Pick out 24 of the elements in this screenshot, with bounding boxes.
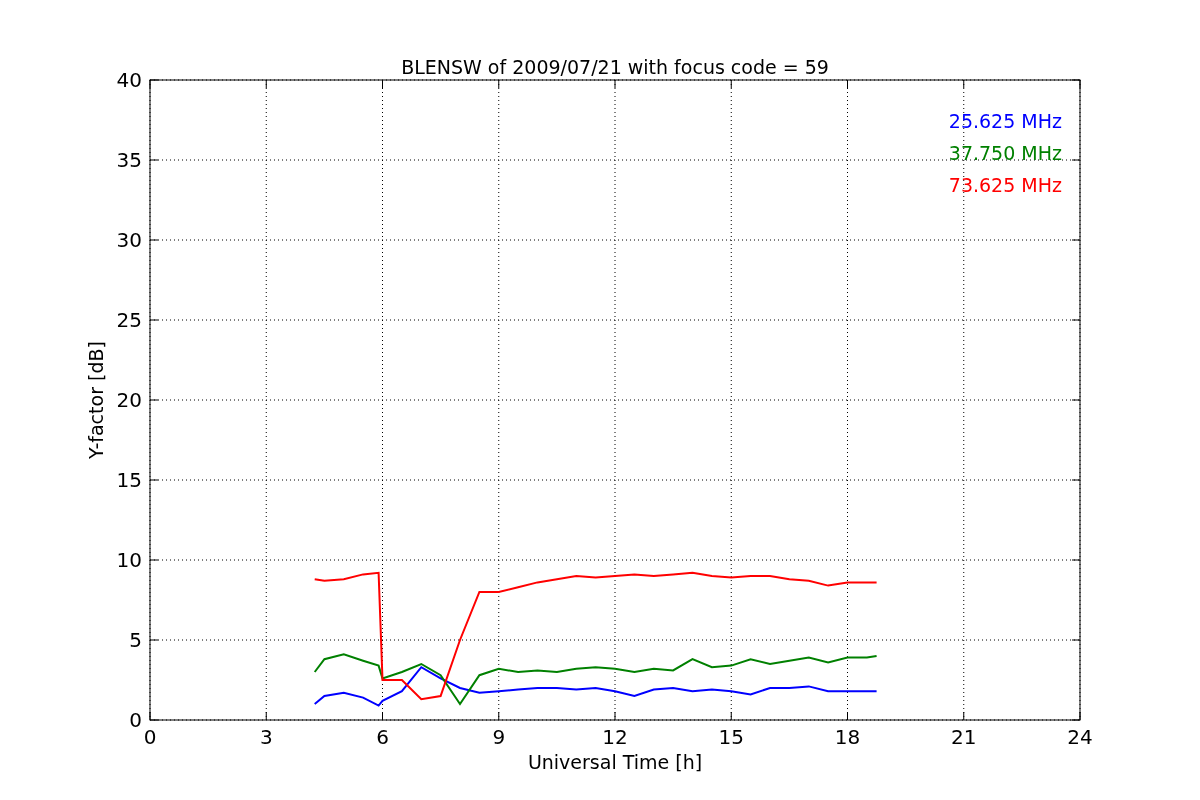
x-tick-label: 24 [1067, 725, 1093, 749]
x-tick-label: 3 [259, 725, 273, 749]
y-tick-label: 15 [116, 468, 142, 492]
x-tick-label: 0 [143, 725, 157, 749]
y-axis-label: Y-factor [dB] [85, 341, 107, 459]
y-tick-label: 40 [116, 68, 142, 92]
x-tick-label: 12 [602, 725, 628, 749]
x-tick-label: 15 [718, 725, 744, 749]
y-tick-label: 10 [116, 548, 142, 572]
legend-label: 37.750 MHz [948, 142, 1062, 164]
x-tick-label: 21 [951, 725, 977, 749]
legend-label: 73.625 MHz [948, 174, 1062, 196]
y-tick-label: 20 [116, 388, 142, 412]
chart-title: BLENSW of 2009/07/21 with focus code = 59 [401, 56, 829, 78]
x-axis-label: Universal Time [h] [527, 751, 703, 773]
y-tick-label: 5 [129, 628, 142, 652]
y-tick-label: 30 [116, 228, 142, 252]
y-tick-label: 35 [116, 148, 142, 172]
x-tick-label: 6 [376, 725, 389, 749]
legend-label: 25.625 MHz [948, 110, 1062, 132]
y-tick-label: 0 [129, 708, 142, 732]
x-tick-label: 9 [492, 725, 506, 749]
y-tick-label: 25 [116, 308, 142, 332]
x-tick-label: 18 [834, 725, 861, 749]
